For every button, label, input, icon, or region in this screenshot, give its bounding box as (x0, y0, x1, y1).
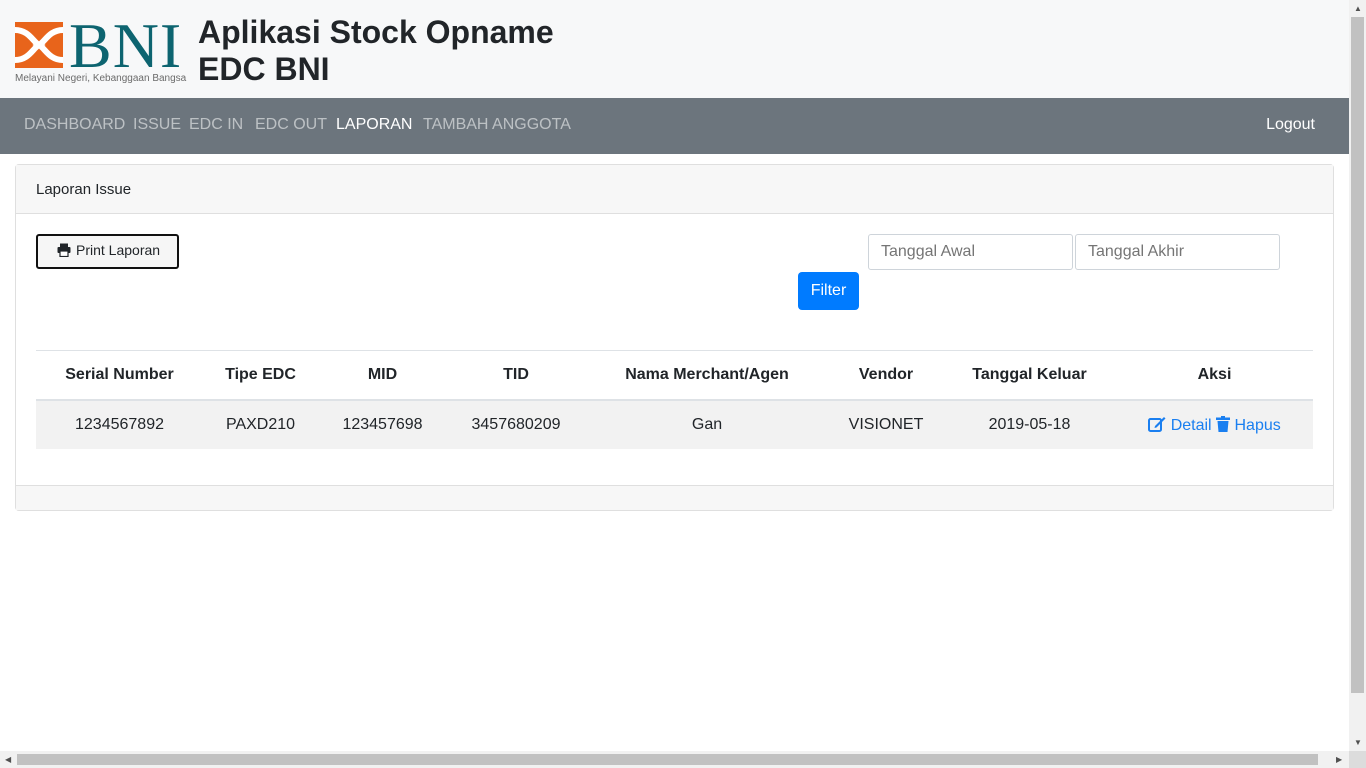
scroll-left-arrow-icon[interactable]: ◀ (5, 755, 11, 764)
trash-icon (1216, 415, 1231, 432)
edit-icon (1148, 416, 1166, 432)
cell-mid: 123457698 (318, 400, 447, 449)
col-tanggal-keluar: Tanggal Keluar (943, 350, 1116, 401)
hapus-link[interactable]: Hapus (1216, 415, 1281, 434)
printer-icon (57, 243, 71, 257)
cell-tid: 3457680209 (447, 400, 585, 449)
app-header: BNI Melayani Negeri, Kebanggaan Bangsa A… (0, 0, 1349, 98)
nav-edc-in[interactable]: EDC IN (189, 116, 243, 134)
bni-logo: BNI Melayani Negeri, Kebanggaan Bangsa (15, 14, 187, 86)
nav-issue[interactable]: ISSUE (133, 116, 181, 134)
app-title-line1: Aplikasi Stock Opname (198, 14, 554, 50)
detail-label: Detail (1170, 416, 1212, 434)
print-report-label: Print Laporan (76, 242, 161, 258)
vertical-scroll-thumb[interactable] (1351, 17, 1364, 693)
col-aksi: Aksi (1116, 350, 1313, 401)
col-mid: MID (318, 350, 447, 401)
logo-text: BNI (69, 10, 183, 81)
nav-edc-out[interactable]: EDC OUT (255, 116, 327, 134)
detail-link[interactable]: Detail (1148, 416, 1216, 434)
main-navbar: DASHBOARD ISSUE EDC IN EDC OUT LAPORAN T… (0, 98, 1349, 154)
horizontal-scrollbar[interactable]: ◀ ▶ (0, 751, 1349, 768)
app-title: Aplikasi Stock Opname EDC BNI (198, 14, 554, 88)
cell-merchant: Gan (585, 400, 829, 449)
card-header: Laporan Issue (16, 165, 1333, 214)
col-merchant: Nama Merchant/Agen (585, 350, 829, 401)
start-date-input[interactable] (868, 234, 1073, 270)
filter-button[interactable]: Filter (798, 272, 859, 310)
scroll-up-arrow-icon[interactable]: ▲ (1354, 4, 1362, 13)
scroll-right-arrow-icon[interactable]: ▶ (1336, 755, 1342, 764)
col-tid: TID (447, 350, 585, 401)
cell-tanggal: 2019-05-18 (943, 400, 1116, 449)
col-vendor: Vendor (829, 350, 943, 401)
table-header-row: Serial Number Tipe EDC MID TID Nama Merc… (36, 350, 1313, 401)
horizontal-scroll-thumb[interactable] (17, 754, 1318, 765)
end-date-input[interactable] (1075, 234, 1280, 270)
cell-tipe: PAXD210 (203, 400, 318, 449)
report-card: Laporan Issue Print Laporan Filter Seria… (15, 164, 1334, 511)
cell-aksi: Detail Hapus (1116, 400, 1313, 449)
cell-serial: 1234567892 (36, 400, 203, 449)
nav-dashboard[interactable]: DASHBOARD (24, 116, 125, 134)
logout-link[interactable]: Logout (1266, 116, 1315, 134)
vertical-scrollbar[interactable]: ▲ ▼ (1349, 0, 1366, 751)
col-tipe-edc: Tipe EDC (203, 350, 318, 401)
print-report-button[interactable]: Print Laporan (36, 234, 179, 269)
table-row: 1234567892 PAXD210 123457698 3457680209 … (36, 400, 1313, 449)
report-table: Serial Number Tipe EDC MID TID Nama Merc… (36, 350, 1313, 449)
card-title: Laporan Issue (36, 181, 132, 198)
bni-logo-mark-icon (15, 22, 63, 68)
scroll-down-arrow-icon[interactable]: ▼ (1354, 738, 1362, 747)
logo-tagline: Melayani Negeri, Kebanggaan Bangsa (15, 73, 187, 84)
nav-laporan[interactable]: LAPORAN (336, 116, 412, 134)
col-serial-number: Serial Number (36, 350, 203, 401)
nav-tambah-anggota[interactable]: TAMBAH ANGGOTA (423, 116, 571, 134)
scrollbar-corner (1349, 751, 1366, 768)
hapus-label: Hapus (1234, 416, 1281, 434)
cell-vendor: VISIONET (829, 400, 943, 449)
app-title-line2: EDC BNI (198, 51, 330, 87)
card-footer (16, 485, 1333, 510)
